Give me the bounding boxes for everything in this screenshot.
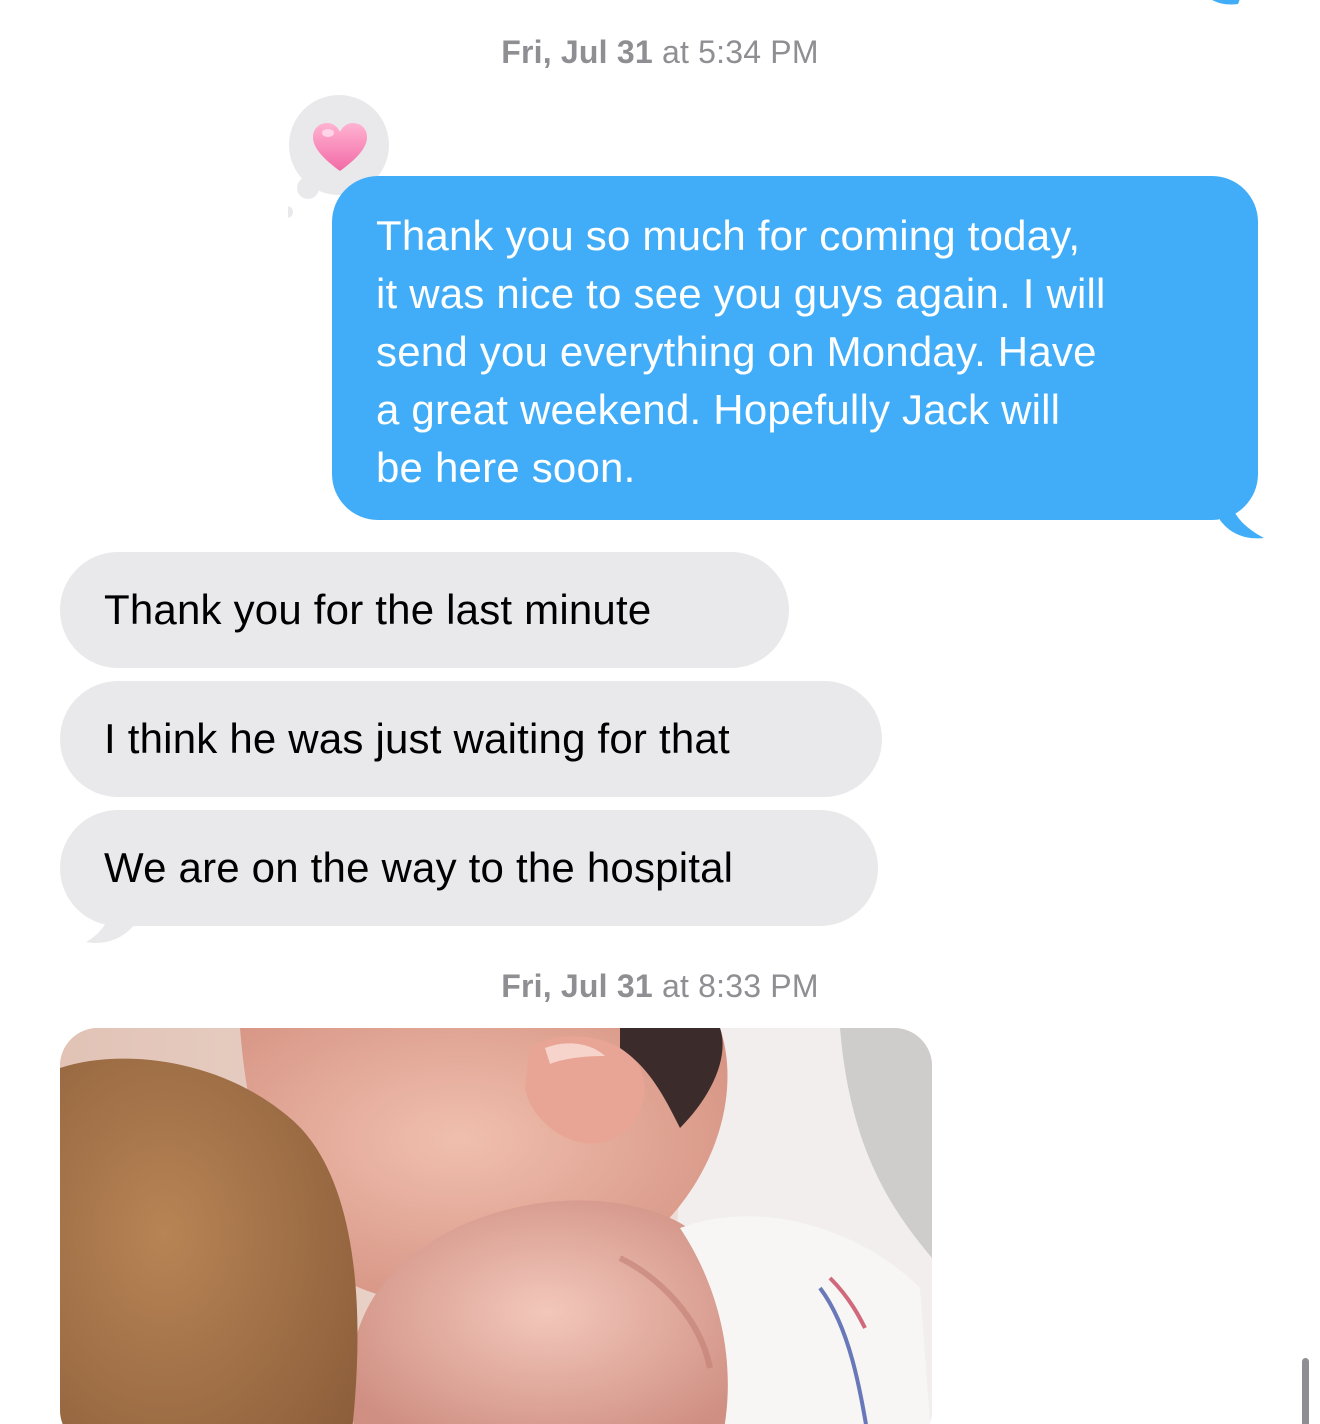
scroll-indicator[interactable]: [1302, 1358, 1309, 1424]
received-message-bubble[interactable]: We are on the way to the hospital: [60, 810, 878, 926]
messages-thread[interactable]: Fri, Jul 31 at 5:34 PM Thank you so much…: [0, 0, 1320, 1424]
sent-message-bubble[interactable]: Thank you so much for coming today, it w…: [332, 176, 1258, 520]
sent-message-line: send you everything on Monday. Have: [376, 328, 1097, 375]
received-message-bubble[interactable]: I think he was just waiting for that: [60, 681, 882, 797]
message-timestamp: Fri, Jul 31 at 8:33 PM: [0, 968, 1320, 1005]
received-bubble-tail: [86, 896, 138, 944]
timestamp-at: at: [661, 34, 690, 70]
received-message-text: Thank you for the last minute: [104, 586, 652, 633]
timestamp-day: Fri, Jul 31: [501, 968, 653, 1004]
timestamp-day: Fri, Jul 31: [501, 34, 653, 70]
newborn-photo-attachment[interactable]: [60, 1028, 932, 1424]
sent-message-line: be here soon.: [376, 444, 636, 491]
sent-message-line: it was nice to see you guys again. I wil…: [376, 270, 1106, 317]
timestamp-time: 5:34 PM: [698, 34, 819, 70]
newborn-photo: [60, 1028, 932, 1424]
timestamp-at: at: [661, 968, 690, 1004]
received-message-bubble[interactable]: Thank you for the last minute: [60, 552, 789, 668]
sent-bubble-tail: [1218, 488, 1264, 539]
previous-sent-bubble-tail: [1212, 0, 1240, 5]
received-message-text: I think he was just waiting for that: [104, 715, 730, 762]
message-timestamp: Fri, Jul 31 at 5:34 PM: [0, 34, 1320, 71]
sent-message-line: Thank you so much for coming today,: [376, 212, 1081, 259]
received-message-text: We are on the way to the hospital: [104, 844, 734, 891]
sent-message-line: a great weekend. Hopefully Jack will: [376, 386, 1061, 433]
timestamp-time: 8:33 PM: [698, 968, 819, 1004]
